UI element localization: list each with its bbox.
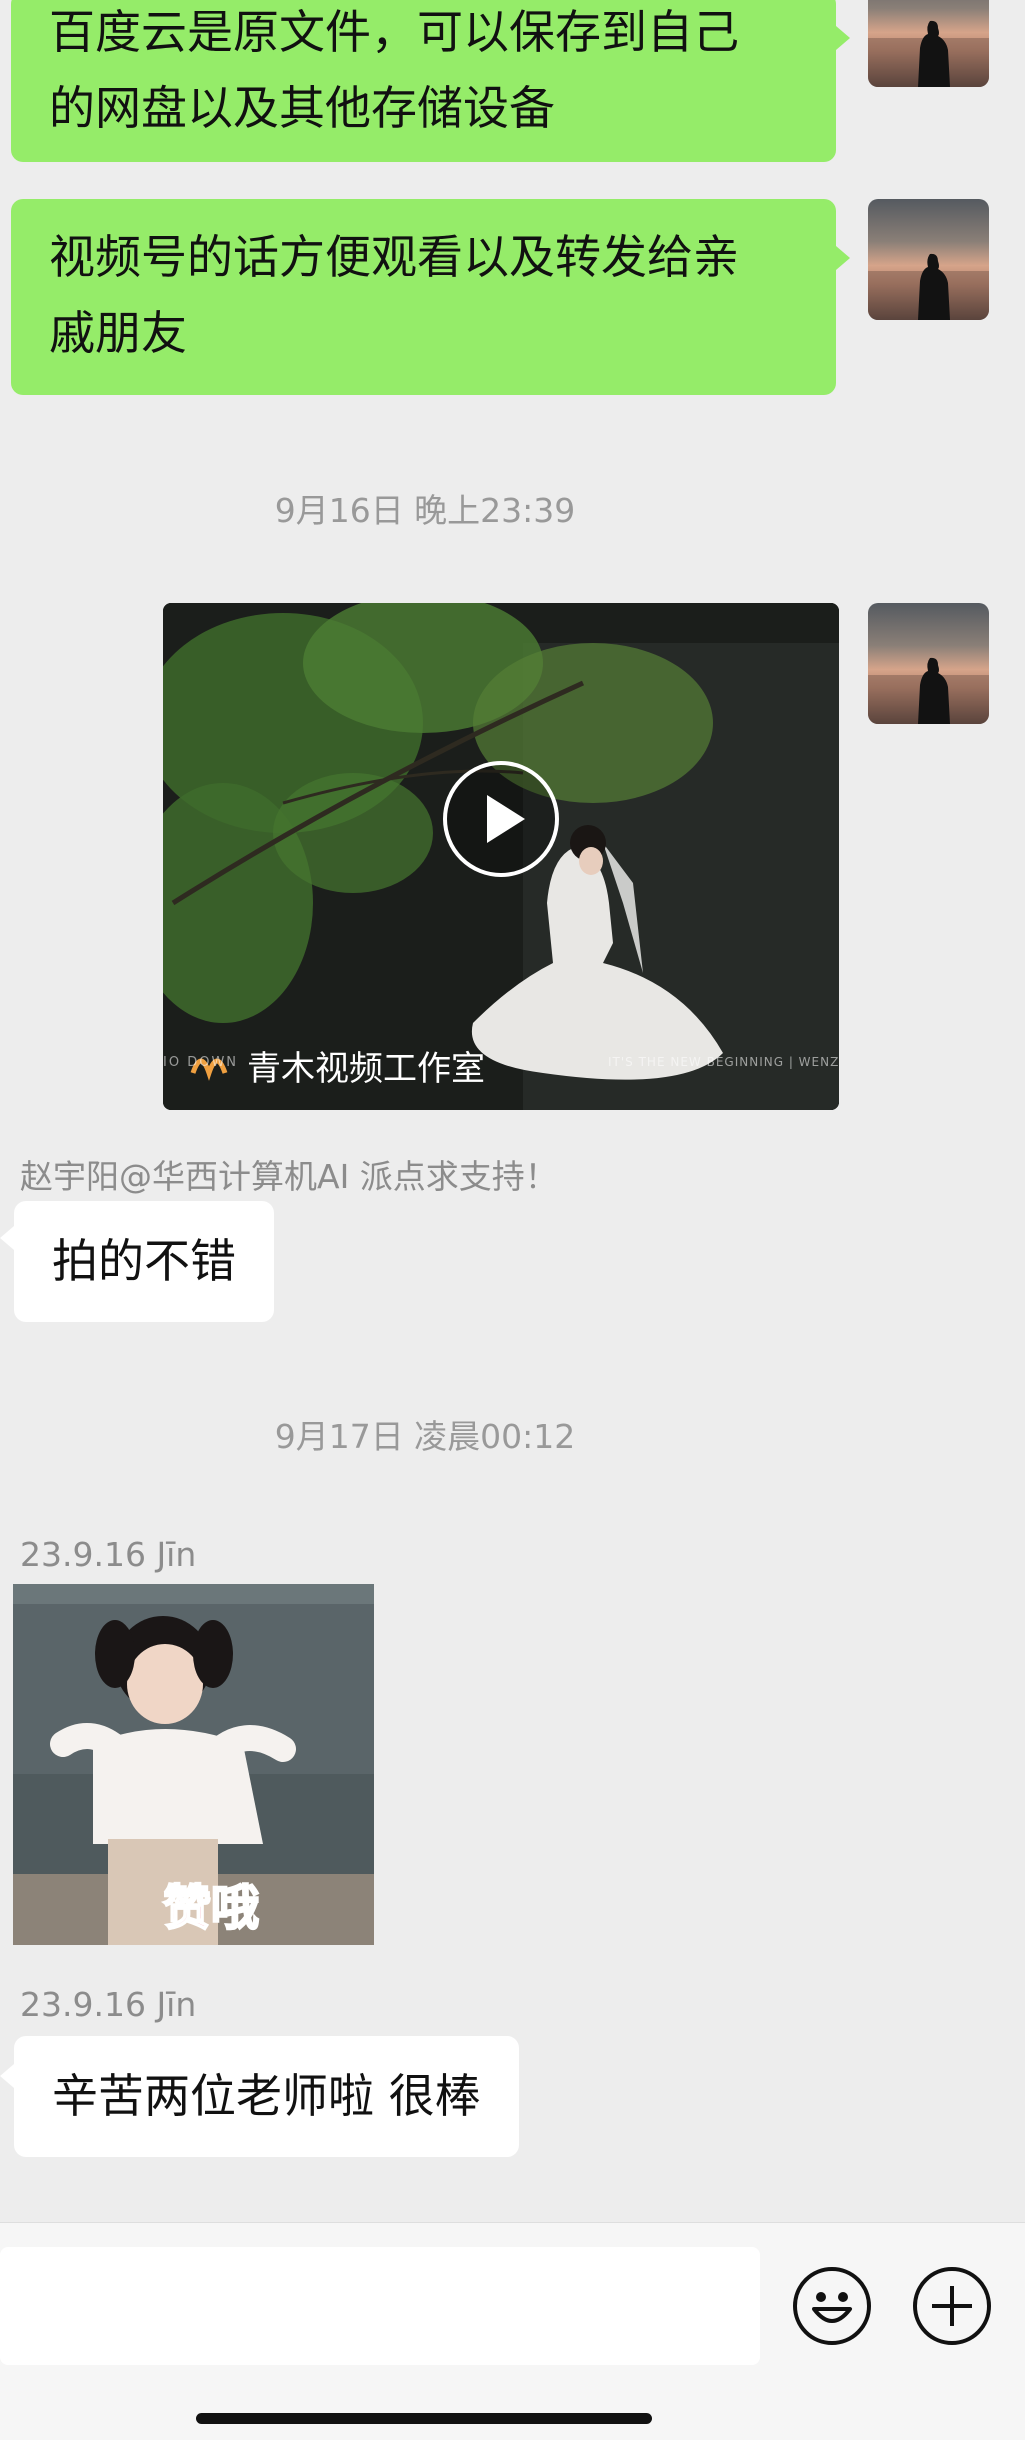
plus-button[interactable] [913,2267,991,2345]
message-bubble-received[interactable]: 辛苦两位老师啦 很棒 [14,2036,519,2157]
message-bubble-sent[interactable]: 视频号的话方便观看以及转发给亲 戚朋友 [11,199,836,395]
timestamp: 9月16日 晚上23:39 [274,491,576,530]
sender-name: 赵宇阳@华西计算机AI 派点求支持！ [20,1157,558,1196]
message-input[interactable] [0,2247,760,2365]
message-text-line: 戚朋友 [49,306,187,360]
video-message[interactable]: IO DOWN 青木视频工作室 IT'S THE NEW BEGINNING |… [163,603,839,1110]
avatar[interactable] [868,199,989,320]
sender-name: 23.9.16 Jīn [20,1985,197,2024]
home-indicator [196,2413,652,2424]
avatar[interactable] [868,603,989,724]
message-text-line: 百度云是原文件，可以保存到自己 [49,5,739,59]
bubble-tail [0,1226,14,1250]
message-bubble-received[interactable]: 拍的不错 [14,1201,274,1322]
sticker-caption: 赞哦 [162,1879,260,1937]
emoji-icon [812,2292,852,2323]
bubble-tail [836,246,850,270]
message-bubble-sent[interactable]: 百度云是原文件，可以保存到自己 的网盘以及其他存储设备 [11,0,836,162]
video-thumbnail [163,603,839,1110]
timestamp: 9月17日 凌晨00:12 [274,1417,576,1456]
video-channel-name: 青木视频工作室 [247,1049,485,1089]
plus-icon [932,2286,972,2326]
emoji-button[interactable] [793,2267,871,2345]
message-text-line: 的网盘以及其他存储设备 [49,81,555,135]
video-overlay-left-text: IO DOWN [163,1055,239,1070]
input-bar [0,2222,1025,2440]
bubble-tail [0,2064,14,2088]
bubble-tail [836,26,850,50]
video-overlay-right-text: IT'S THE NEW BEGINNING | WENZ [608,1055,839,1069]
sender-name: 23.9.16 Jīn [20,1535,197,1574]
message-text-line: 视频号的话方便观看以及转发给亲 [49,230,739,284]
avatar[interactable] [868,0,989,87]
sticker-message[interactable]: 赞哦 [13,1584,374,1945]
